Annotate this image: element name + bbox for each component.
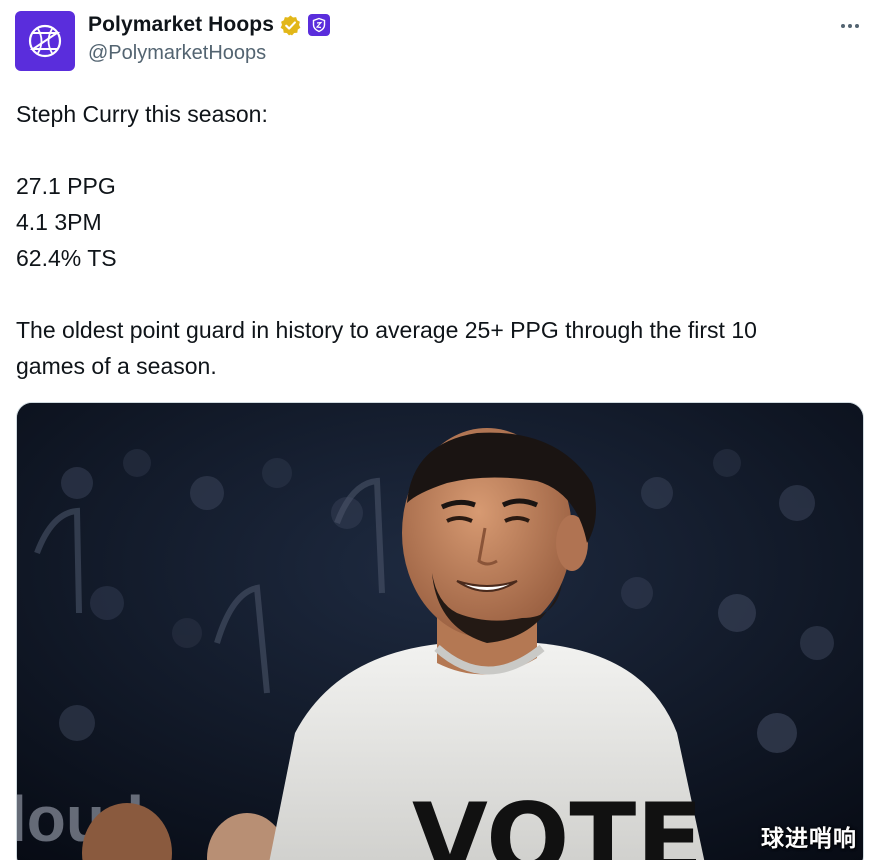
name-row: Polymarket Hoops <box>88 10 330 40</box>
author-handle[interactable]: @PolymarketHoops <box>88 42 330 65</box>
tweet-media-image[interactable]: loud VOTE 球进哨响 <box>16 402 864 860</box>
basketball-globe-icon <box>28 24 62 58</box>
tweet-line: 4.1 3PM <box>16 209 102 235</box>
tweet-line: The oldest point guard in history to ave… <box>16 317 757 343</box>
watermark-text: 球进哨响 <box>761 826 857 852</box>
tweet-text: Steph Curry this season: 27.1 PPG 4.1 3P… <box>16 96 866 384</box>
more-options-icon[interactable] <box>838 14 862 38</box>
smiling-basketball-player-photo: loud VOTE <box>17 403 863 860</box>
tweet-line: 27.1 PPG <box>16 173 116 199</box>
tweet-card: Polymarket Hoops @PolymarketHoops Steph … <box>0 0 876 860</box>
shirt-vote-text: VOTE <box>412 783 703 860</box>
tweet-line: 62.4% TS <box>16 245 117 271</box>
tweet-line <box>16 276 866 312</box>
dot <box>841 24 845 28</box>
tweet-line: Steph Curry this season: <box>16 101 268 127</box>
tweet-line: games of a season. <box>16 353 217 379</box>
gold-verified-badge-icon[interactable] <box>279 14 302 37</box>
affiliate-shield-icon[interactable] <box>308 14 330 36</box>
author-info: Polymarket Hoops @PolymarketHoops <box>88 10 330 65</box>
tweet-line <box>16 132 866 168</box>
dot <box>855 24 859 28</box>
author-display-name[interactable]: Polymarket Hoops <box>88 13 274 37</box>
dot <box>848 24 852 28</box>
author-avatar[interactable] <box>15 11 75 71</box>
